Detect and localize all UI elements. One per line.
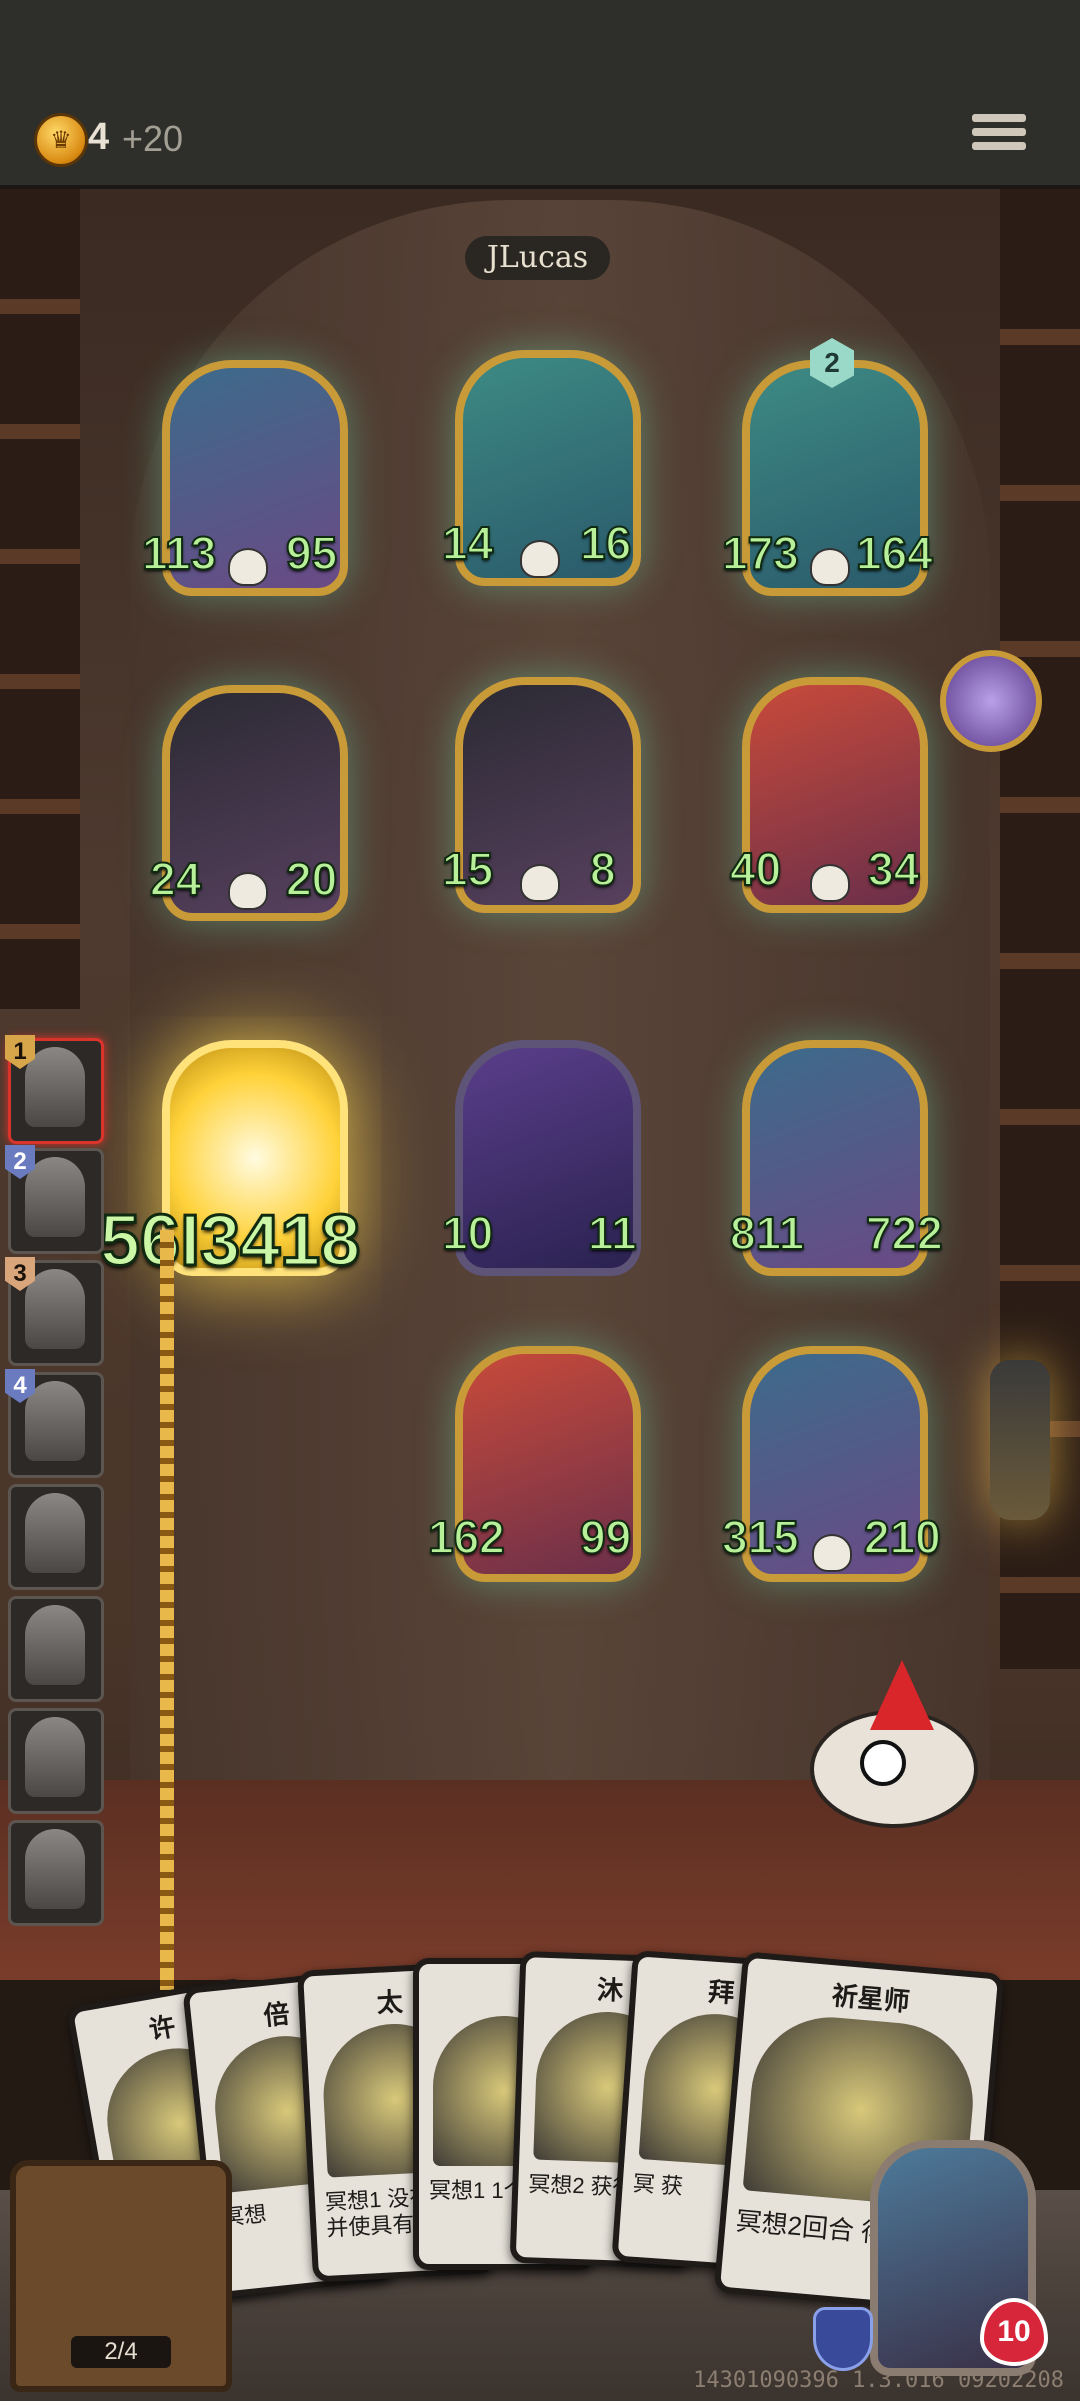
card-attack: 10: [441, 1206, 494, 1260]
skull-icon: [520, 540, 560, 578]
gold-bonus: +20: [122, 118, 184, 159]
gold-chain: [160, 1230, 174, 1990]
deck-chest[interactable]: 2/4: [10, 2160, 232, 2392]
card-attack: 811: [729, 1206, 805, 1260]
portrait: [25, 1717, 85, 1797]
queue-slot[interactable]: [8, 1484, 104, 1590]
shield-icon: [813, 2307, 873, 2371]
gold-count: 4: [88, 116, 110, 158]
skull-icon: [810, 548, 850, 586]
version-text: 14301090396 1.3.016 09202208: [693, 2368, 1064, 2393]
game-screen: ♛ 4 +20 JLucas 113 95 14 16 2 173 164 24…: [0, 0, 1080, 2401]
card-health: 95: [285, 526, 338, 580]
bird-hat: [870, 1660, 934, 1730]
queue-slot[interactable]: [8, 1708, 104, 1814]
card-attack: 14: [441, 516, 494, 570]
card-health: 164: [855, 526, 934, 580]
card-health: 34: [867, 842, 920, 896]
card-attack: 40: [729, 842, 782, 896]
queue-slot[interactable]: 1: [5, 1035, 104, 1144]
skull-icon: [520, 864, 560, 902]
deck-counter: 2/4: [71, 2336, 171, 2368]
card-health: 8: [589, 842, 617, 896]
card-attack: 315: [721, 1510, 800, 1564]
queue-slot[interactable]: 4: [5, 1369, 104, 1478]
card-health: 722: [865, 1206, 944, 1260]
card-health: 11: [587, 1206, 638, 1260]
card-health: 210: [863, 1510, 942, 1564]
card-attack: 24: [149, 852, 202, 906]
card-attack: 15: [441, 842, 494, 896]
bookshelf-left: [0, 189, 80, 1009]
portrait: [25, 1493, 85, 1573]
portrait: [25, 1829, 85, 1909]
card-health: 99: [579, 1510, 632, 1564]
card-attack: 113: [141, 526, 217, 580]
queue-slot[interactable]: [8, 1596, 104, 1702]
bird-mascot[interactable]: [790, 1660, 1010, 1840]
pocketwatch-icon[interactable]: [940, 650, 1042, 752]
top-bar: ♛ 4 +20: [0, 0, 1080, 189]
card-attack: 162: [427, 1510, 506, 1564]
skull-icon: [228, 872, 268, 910]
queue-slot[interactable]: 3: [5, 1257, 104, 1366]
card-health: 16: [579, 516, 632, 570]
queue-slot[interactable]: 2: [5, 1145, 104, 1254]
skull-icon: [228, 548, 268, 586]
menu-icon[interactable]: [972, 108, 1026, 160]
skull-icon: [812, 1534, 852, 1572]
portrait: [25, 1605, 85, 1685]
lamp: [990, 1360, 1050, 1520]
queue-slot[interactable]: [8, 1820, 104, 1926]
card-attack: 173: [721, 526, 800, 580]
card-health: 20: [285, 852, 338, 906]
opponent-name: JLucas: [465, 236, 610, 280]
card-title: 祈星师: [830, 1980, 911, 2017]
skull-icon: [810, 864, 850, 902]
combined-stat: 56I3418: [98, 1200, 361, 1283]
bird-eye: [860, 1740, 906, 1786]
gold-coin-icon: ♛: [34, 113, 88, 167]
